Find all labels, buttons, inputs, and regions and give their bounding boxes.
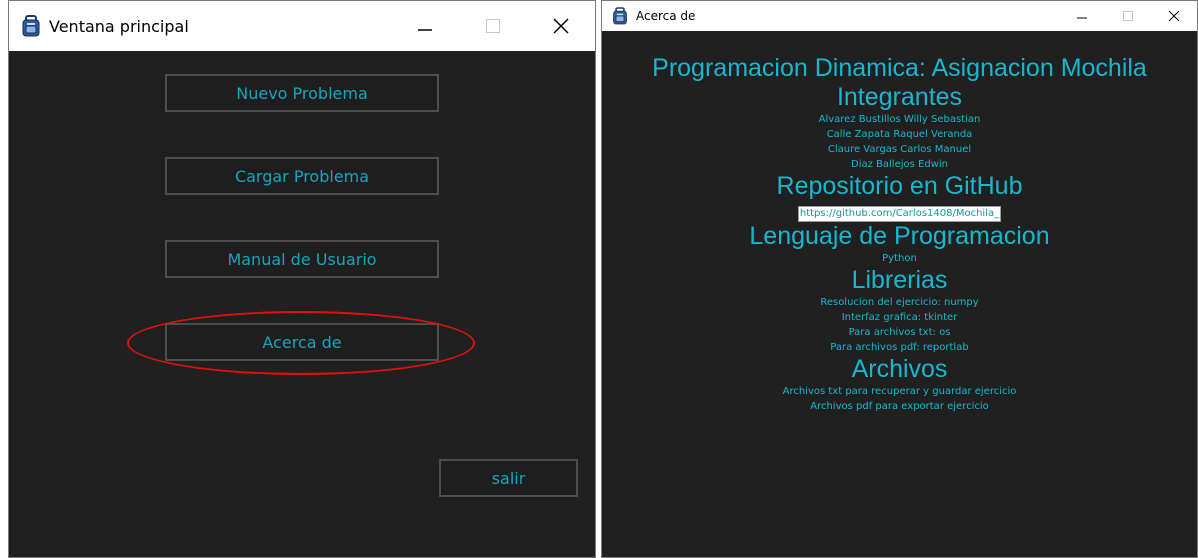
integrante-item: Alvarez Bustillos Willy Sebastian	[818, 114, 981, 125]
window-controls	[1059, 1, 1197, 31]
minimize-icon	[418, 29, 432, 31]
close-icon	[553, 18, 569, 34]
libreria-item: Para archivos txt: os	[848, 327, 951, 338]
window-controls	[391, 1, 595, 51]
libreria-item: Para archivos pdf: reportlab	[830, 342, 969, 353]
nuevo-problema-button[interactable]: Nuevo Problema	[165, 74, 439, 112]
close-button[interactable]	[1151, 1, 1197, 31]
maximize-button[interactable]	[1105, 1, 1151, 31]
libreria-item: Interfaz grafica: tkinter	[841, 312, 958, 323]
about-window: Acerca de Programacion Dinamica: Asignac…	[601, 0, 1198, 558]
about-content: Programacion Dinamica: Asignacion Mochil…	[602, 31, 1197, 557]
archivo-item: Archivos txt para recuperar y guardar ej…	[782, 386, 1017, 397]
minimize-button[interactable]	[1059, 1, 1105, 31]
acerca-de-button[interactable]: Acerca de	[165, 323, 439, 361]
cargar-problema-button[interactable]: Cargar Problema	[165, 157, 439, 195]
backpack-icon	[21, 15, 41, 37]
archivos-heading: Archivos	[851, 355, 948, 383]
close-icon	[1168, 10, 1180, 22]
integrantes-heading: Integrantes	[836, 83, 963, 111]
main-window-title: Ventana principal	[49, 16, 189, 36]
integrante-item: Calle Zapata Raquel Veranda	[826, 129, 973, 140]
lenguaje-item: Python	[882, 253, 917, 264]
integrante-item: Diaz Ballejos Edwin	[851, 159, 948, 170]
main-window: Ventana principal Nuevo Problema Cargar …	[8, 0, 596, 558]
close-button[interactable]	[527, 1, 595, 51]
lenguaje-heading: Lenguaje de Programacion	[749, 222, 1050, 250]
minimize-button[interactable]	[391, 1, 459, 51]
repository-link-field[interactable]: https://github.com/Carlos1408/Mochila_	[797, 206, 1002, 222]
archivo-item: Archivos pdf para exportar ejercicio	[810, 401, 989, 412]
manual-usuario-button[interactable]: Manual de Usuario	[165, 240, 439, 278]
about-window-title: Acerca de	[636, 9, 696, 23]
about-window-titlebar[interactable]: Acerca de	[602, 1, 1197, 31]
about-heading: Programacion Dinamica: Asignacion Mochil…	[652, 54, 1147, 82]
maximize-icon	[486, 19, 500, 33]
main-window-titlebar[interactable]: Ventana principal	[9, 1, 595, 51]
maximize-button[interactable]	[459, 1, 527, 51]
librerias-heading: Librerias	[851, 266, 948, 294]
maximize-icon	[1123, 11, 1133, 21]
repositorio-heading: Repositorio en GitHub	[776, 172, 1023, 200]
backpack-icon	[612, 7, 628, 25]
libreria-item: Resolucion del ejercicio: numpy	[820, 297, 979, 308]
minimize-icon	[1077, 17, 1087, 19]
integrante-item: Claure Vargas Carlos Manuel	[827, 144, 972, 155]
salir-button[interactable]: salir	[439, 459, 578, 497]
